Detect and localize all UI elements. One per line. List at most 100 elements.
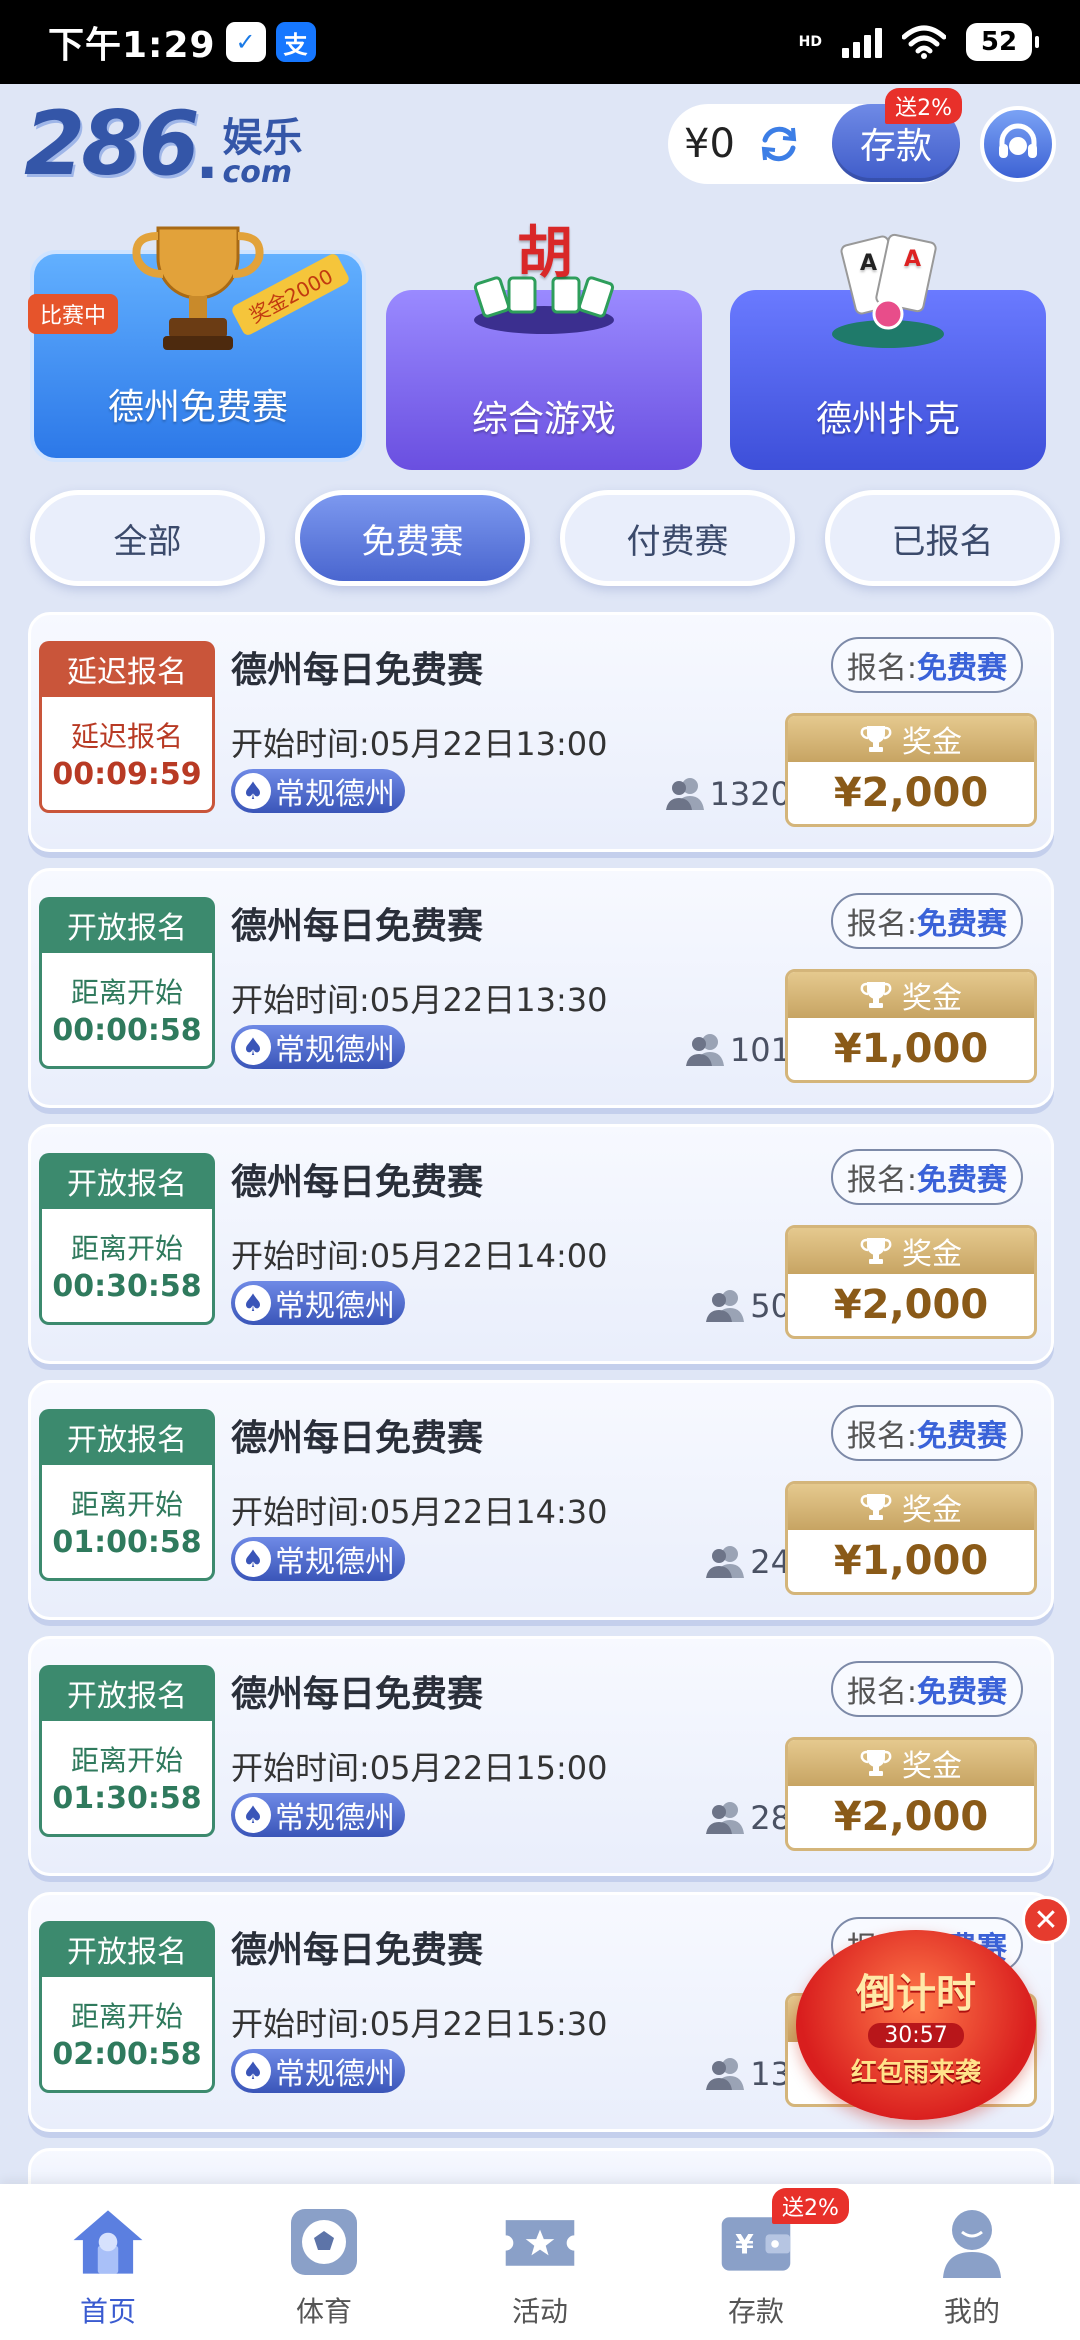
game-card-texas-free[interactable]: 比赛中 奖金2000 德州免费赛 (28, 226, 366, 462)
game-type-label: 常规德州 (275, 1545, 395, 1580)
start-time: 开始时间:05月22日13:30 (231, 981, 608, 1019)
red-envelope-promo[interactable]: 倒计时 30:57 红包雨来袭 ✕ (786, 1890, 1076, 2130)
tab-registered[interactable]: 已报名 (825, 490, 1060, 586)
alipay-icon: 支 (275, 22, 316, 62)
trophy-icon (132, 226, 264, 350)
game-card-mixed[interactable]: 胡 综合游戏 (386, 220, 702, 470)
bottom-nav: 首页 体育 活动 ¥ 送2% 存款 我的 (0, 2184, 1080, 2340)
prize-box: 奖金 ¥2,000 (785, 1225, 1037, 1339)
prize-label: 奖金 (902, 1749, 962, 1784)
player-count: 101 (651, 1031, 791, 1069)
filter-tabs: 全部 免费赛 付费赛 已报名 (30, 490, 1060, 590)
playing-cards-icon: A A (832, 233, 944, 348)
profile-icon (932, 2202, 1012, 2282)
status-badge: 延迟报名 (39, 641, 215, 697)
game-card-label: 德州扑克 (815, 399, 960, 440)
prize-box: 奖金 ¥2,000 (785, 1737, 1037, 1851)
game-type-tag: ♠ 常规德州 (231, 1793, 405, 1837)
game-type-label: 常规德州 (275, 2057, 395, 2092)
game-card-label: 综合游戏 (471, 399, 616, 440)
soccer-ball-icon (284, 2202, 364, 2282)
fee-value: 免费赛 (917, 1419, 1007, 1454)
spade-icon: ♠ (235, 1541, 271, 1577)
start-time: 开始时间:05月22日15:30 (231, 2005, 608, 2043)
tournament-title: 德州每日免费赛 (231, 1674, 484, 1715)
spade-icon: ♠ (235, 1285, 271, 1321)
trophy-icon (860, 1238, 892, 1264)
prize-amount: ¥1,000 (833, 1026, 989, 1072)
close-icon[interactable]: ✕ (1022, 1896, 1070, 1944)
countdown-label: 距离开始 (70, 2000, 183, 2033)
nav-deposit[interactable]: ¥ 送2% 存款 (648, 2184, 864, 2340)
tab-all[interactable]: 全部 (30, 490, 265, 586)
promo-body[interactable]: 倒计时 30:57 红包雨来袭 (796, 1930, 1036, 2120)
trophy-icon (860, 1750, 892, 1776)
status-bar: 下午1:29 ✓ 支 HD 52 (0, 0, 1080, 84)
customer-service-button[interactable] (980, 106, 1056, 182)
fee-value: 免费赛 (917, 1675, 1007, 1710)
tab-free[interactable]: 免费赛 (295, 490, 530, 586)
tab-paid[interactable]: 付费赛 (560, 490, 795, 586)
nav-profile[interactable]: 我的 (864, 2184, 1080, 2340)
message-app-icon: ✓ (225, 22, 266, 62)
fee-value: 免费赛 (917, 907, 1007, 942)
prize-amount: ¥2,000 (833, 1794, 989, 1840)
countdown-label: 距离开始 (70, 1232, 183, 1265)
game-card-texas-poker[interactable]: A A 德州扑克 (730, 233, 1046, 470)
nav-label: 体育 (295, 2295, 352, 2328)
home-icon (68, 2202, 148, 2282)
logo-text: 娱乐 (222, 115, 303, 161)
promo-title: 倒计时 (856, 1971, 976, 2017)
nav-label: 存款 (727, 2295, 784, 2328)
wifi-icon (902, 25, 946, 59)
game-type-tag: ♠ 常规德州 (231, 2049, 405, 2093)
game-type-tag: ♠ 常规德州 (231, 1281, 405, 1325)
game-card-label: 德州免费赛 (107, 387, 288, 428)
trophy-icon (860, 1494, 892, 1520)
svg-text:¥: ¥ (735, 2229, 754, 2260)
tournament-card[interactable]: 开放报名 距离开始 01:00:58 德州每日免费赛 开始时间:05月22日14… (28, 1380, 1054, 1620)
countdown-label: 距离开始 (70, 1488, 183, 1521)
tournament-title: 德州每日免费赛 (231, 1162, 484, 1203)
signal-icon (842, 26, 882, 58)
players-icon (665, 778, 704, 810)
fee-value: 免费赛 (917, 651, 1007, 686)
game-type-label: 常规德州 (275, 777, 395, 812)
tournament-title: 德州每日免费赛 (231, 1930, 484, 1971)
entry-fee-pill: 报名:免费赛 (830, 637, 1023, 693)
nav-home[interactable]: 首页 (0, 2184, 216, 2340)
countdown-value: 00:00:58 (52, 1013, 202, 1048)
tournament-card[interactable]: 开放报名 距离开始 01:30:58 德州每日免费赛 开始时间:05月22日15… (28, 1636, 1054, 1876)
prize-box: 奖金 ¥1,000 (785, 1481, 1037, 1595)
prize-label: 奖金 (902, 1493, 962, 1528)
tournament-card[interactable]: 延迟报名 延迟报名 00:09:59 德州每日免费赛 开始时间:05月22日13… (28, 612, 1054, 852)
tournament-card[interactable]: 开放报名 距离开始 00:30:58 德州每日免费赛 开始时间:05月22日14… (28, 1124, 1054, 1364)
status-badge: 开放报名 (39, 1921, 215, 1977)
headset-icon (999, 123, 1037, 158)
players-icon (706, 1290, 745, 1322)
deposit-bonus-badge: 送2% (885, 88, 962, 124)
nav-sports[interactable]: 体育 (216, 2184, 432, 2340)
entry-fee-pill: 报名:免费赛 (830, 1149, 1023, 1205)
entry-fee-pill: 报名:免费赛 (830, 893, 1023, 949)
refresh-icon[interactable] (757, 122, 801, 166)
tournament-card[interactable]: 开放报名 距离开始 00:00:58 德州每日免费赛 开始时间:05月22日13… (28, 868, 1054, 1108)
countdown-value: 01:00:58 (52, 1525, 202, 1560)
tournament-title: 德州每日免费赛 (231, 906, 484, 947)
app-header: 286 . 娱乐 com ¥0 存款 送2% (0, 84, 1080, 204)
countdown-label: 延迟报名 (70, 720, 183, 753)
svg-text:A: A (860, 251, 877, 276)
countdown-label: 距离开始 (70, 976, 183, 1009)
player-count: 13 (651, 2055, 791, 2093)
trophy-icon (860, 982, 892, 1008)
promo-countdown: 30:57 (868, 2023, 964, 2048)
mahjong-hu-glyph: 胡 (517, 220, 573, 286)
countdown-value: 01:30:58 (52, 1781, 202, 1816)
game-type-tag: ♠ 常规德州 (231, 1537, 405, 1581)
player-count: 50 (651, 1287, 791, 1325)
countdown-box: 距离开始 00:00:58 (39, 953, 215, 1069)
nav-activity[interactable]: 活动 (432, 2184, 648, 2340)
battery-indicator: 52 (966, 23, 1039, 61)
start-time: 开始时间:05月22日13:00 (231, 725, 608, 763)
status-icons: HD 52 (799, 23, 1039, 61)
